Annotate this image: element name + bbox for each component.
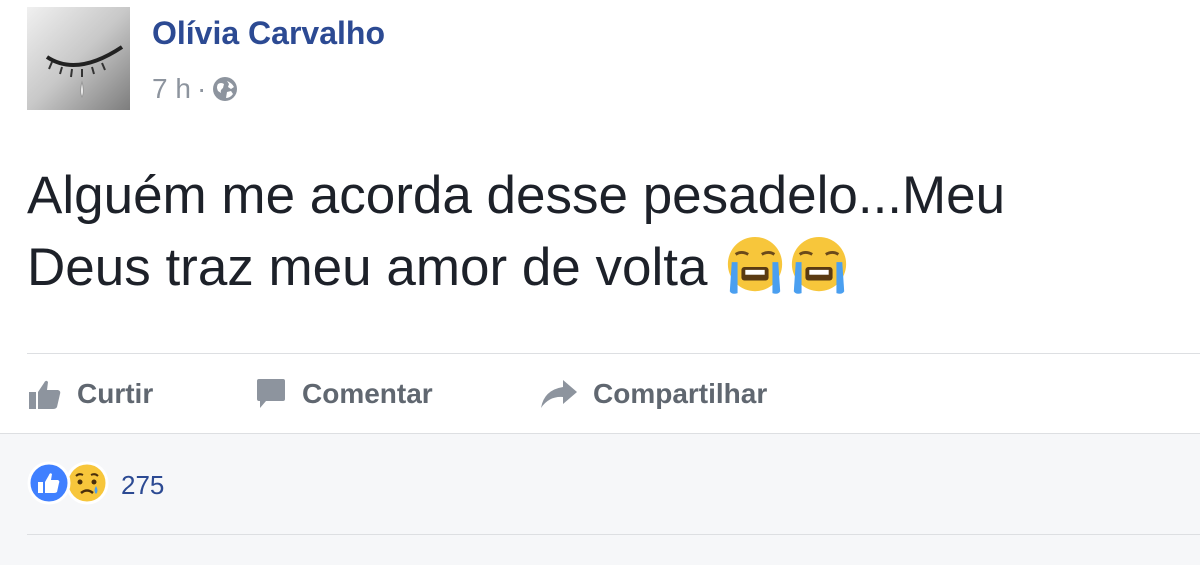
share-button[interactable]: Compartilhar	[539, 368, 767, 420]
meta-separator: ·	[196, 73, 207, 104]
reactions-summary[interactable]: 275	[27, 461, 165, 510]
loudly-crying-face-icon	[728, 236, 783, 294]
post-header: Olívia Carvalho 7 h ·	[27, 7, 627, 111]
post-actions: Curtir Comentar Compartilhar	[27, 368, 1187, 420]
post-text-line-2: Deus traz meu amor de volta	[27, 238, 708, 297]
like-button[interactable]: Curtir	[27, 368, 153, 420]
post-meta: 7 h ·	[152, 73, 238, 105]
thumbs-up-icon	[27, 376, 63, 412]
post-footer: 275	[0, 433, 1200, 565]
avatar-image	[27, 7, 130, 110]
facebook-post: Olívia Carvalho 7 h · Alguém me acorda d…	[0, 0, 1200, 565]
post-text: Alguém me acorda desse pesadelo...Meu De…	[27, 160, 1187, 304]
comment-bubble-icon	[254, 377, 288, 411]
comment-button[interactable]: Comentar	[254, 368, 433, 420]
author-name[interactable]: Olívia Carvalho	[152, 15, 385, 52]
reaction-count: 275	[121, 469, 165, 500]
post-time[interactable]: 7 h	[152, 73, 191, 105]
globe-icon[interactable]	[212, 76, 238, 102]
actions-divider	[27, 353, 1200, 354]
avatar[interactable]	[27, 7, 130, 110]
like-reaction-icon	[27, 461, 71, 510]
post-text-line-2-wrap: Deus traz meu amor de volta	[27, 232, 1187, 304]
comment-label: Comentar	[302, 378, 433, 409]
like-label: Curtir	[77, 378, 154, 409]
post-text-line-1: Alguém me acorda desse pesadelo...Meu	[27, 166, 1006, 225]
sad-reaction-icon	[65, 461, 109, 510]
share-arrow-icon	[539, 377, 579, 411]
footer-divider	[27, 534, 1200, 535]
share-label: Compartilhar	[593, 378, 768, 409]
loudly-crying-face-icon	[792, 236, 847, 294]
